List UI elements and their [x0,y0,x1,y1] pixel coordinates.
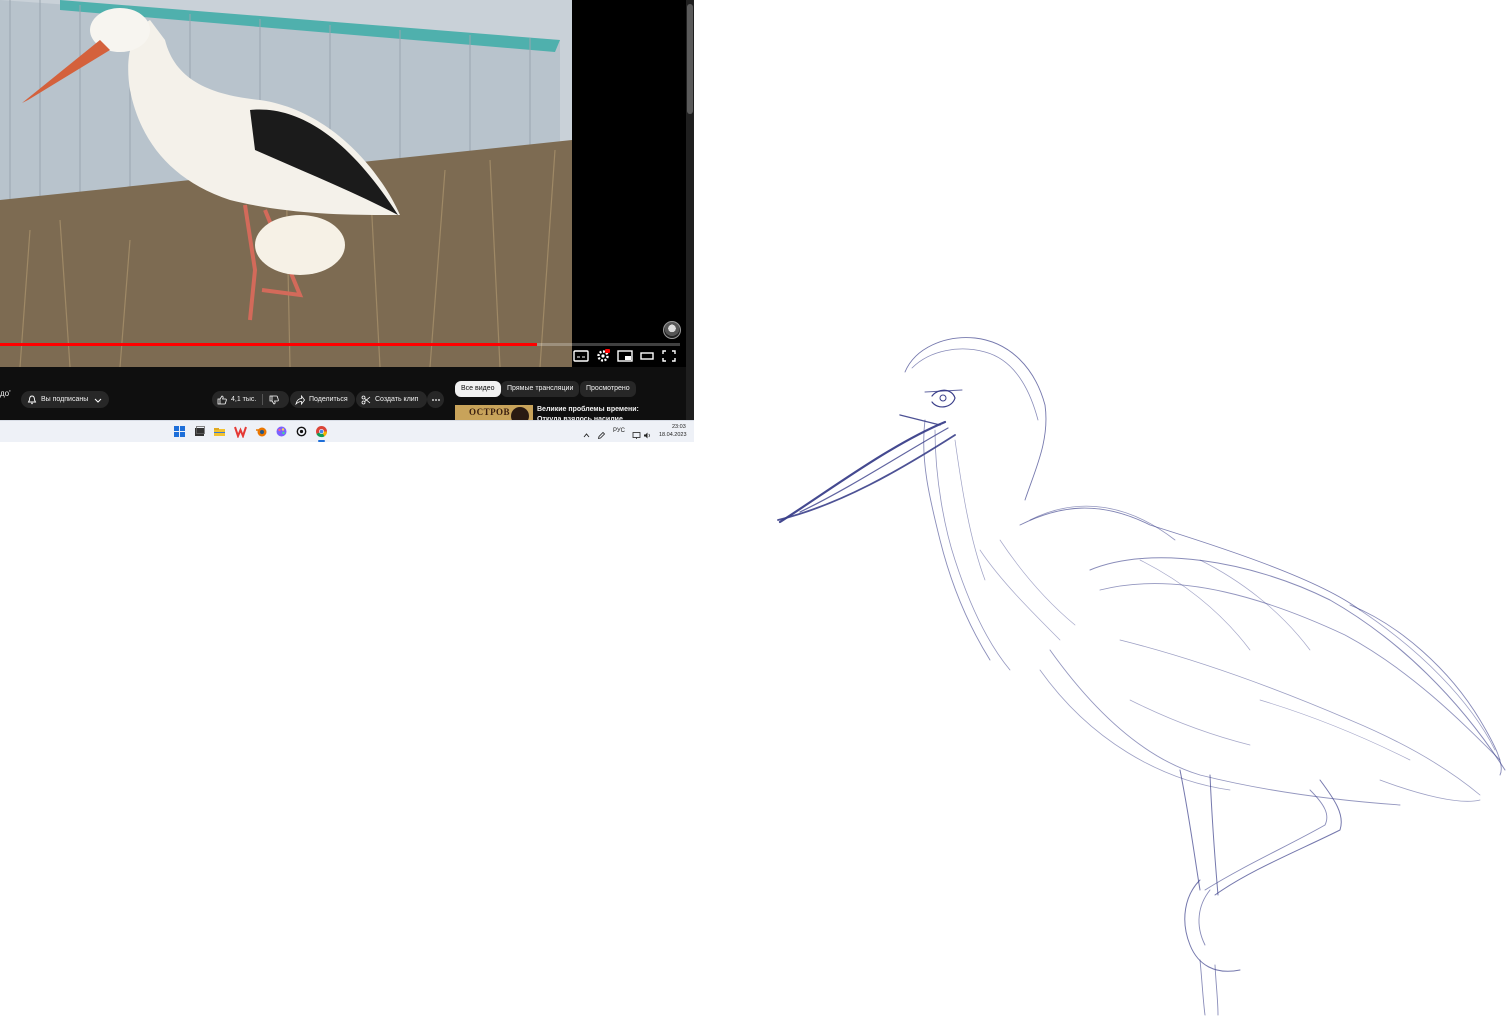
like-button[interactable]: 4,1 тыс. [217,391,256,408]
settings-icon[interactable] [595,349,611,363]
clock-time[interactable]: 23:03 [672,424,686,430]
stork-video-frame [0,0,572,367]
more-actions-button[interactable] [427,391,444,408]
chip-watched[interactable]: Просмотрено [580,381,636,397]
chip-live-streams[interactable]: Прямые трансляции [501,381,580,397]
chrome-icon[interactable] [315,425,328,438]
chatgpt-icon[interactable] [295,425,308,438]
fullscreen-icon[interactable] [661,349,677,363]
scrollbar-thumb[interactable] [687,4,693,114]
windows-taskbar: РУС 23:03 18.04.2023 [0,420,694,442]
captions-icon[interactable] [573,349,589,363]
like-dislike-group: 4,1 тыс. [212,391,289,408]
task-view-icon[interactable] [193,425,206,438]
video-title-fragment: до' [0,389,11,398]
bell-icon [27,395,37,404]
miniplayer-icon[interactable] [617,349,633,363]
chip-all-videos[interactable]: Все видео [455,381,501,397]
reference-browser-window: до' Вы подписаны 4,1 тыс. Поделиться Соз… [0,0,694,442]
subscribed-button[interactable]: Вы подписаны [21,391,109,408]
like-divider [262,394,264,405]
thumbs-up-icon [217,395,227,404]
video-player[interactable] [0,0,572,367]
like-count: 4,1 тыс. [231,396,257,403]
chevron-up-icon[interactable] [582,427,591,438]
progress-bar-played [0,343,538,346]
thumbnail-portrait [511,407,529,420]
theater-mode-icon[interactable] [639,349,655,363]
recommendation-thumbnail[interactable]: ОСТРОВ [455,405,533,420]
subscribed-label: Вы подписаны [41,396,89,403]
share-icon [295,394,305,405]
windows-start-icon[interactable] [173,425,186,438]
page-scrollbar[interactable] [686,0,694,420]
thumbs-down-icon[interactable] [269,395,280,405]
pen-icon[interactable] [597,427,606,440]
blender-icon[interactable] [255,425,268,438]
share-label: Поделиться [309,396,348,403]
thumbnail-text: ОСТРОВ [469,407,511,417]
clock-date[interactable]: 18.04.2023 [659,432,687,438]
network-icon[interactable] [632,427,641,439]
file-explorer-icon[interactable] [213,425,226,438]
drawing-canvas[interactable] [694,0,1508,1017]
paint-app-icon[interactable] [275,425,288,438]
scissors-icon [361,395,371,404]
player-letterbox [572,0,686,367]
more-horizontal-icon [431,398,440,401]
wps-office-icon[interactable] [234,425,247,439]
create-clip-button[interactable]: Создать клип [356,391,427,408]
recommendation-title[interactable]: Великие проблемы времени: Откуда взялось… [537,405,657,420]
share-button[interactable]: Поделиться [290,391,355,408]
channel-watermark-icon[interactable] [663,321,681,339]
stork-sketch [777,337,1506,1016]
active-app-indicator [318,440,325,442]
volume-icon[interactable] [643,427,652,439]
input-language-indicator[interactable]: РУС [613,428,625,434]
create-clip-label: Создать клип [375,396,419,403]
progress-bar[interactable] [0,343,680,346]
chevron-down-icon [94,398,102,403]
